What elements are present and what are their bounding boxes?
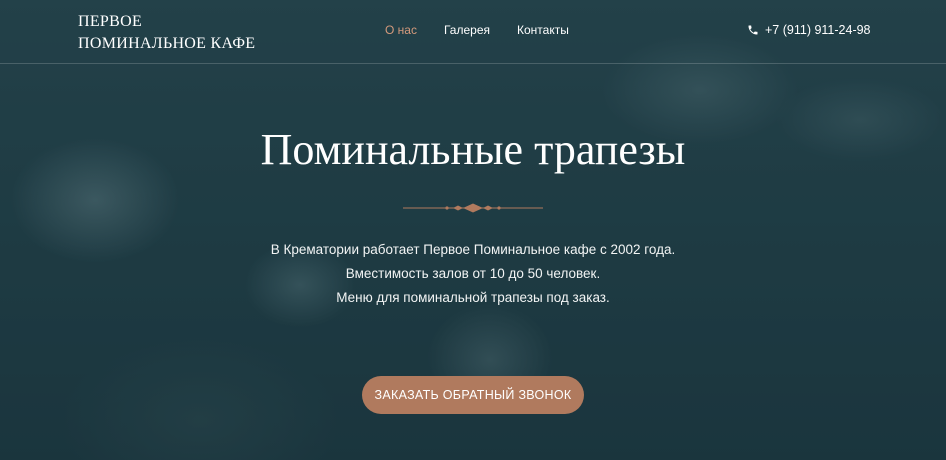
logo-line-1: ПЕРВОЕ xyxy=(78,13,143,30)
site-header: ПЕРВОЕ ПОМИНАЛЬНОЕ КАФЕ О нас Галерея Ко… xyxy=(0,0,946,64)
header-phone[interactable]: +7 (911) 911-24-98 xyxy=(747,23,871,37)
nav-item-about[interactable]: О нас xyxy=(385,23,417,37)
nav-item-gallery[interactable]: Галерея xyxy=(444,23,490,37)
site-logo[interactable]: ПЕРВОЕ ПОМИНАЛЬНОЕ КАФЕ xyxy=(78,11,255,55)
nav-item-contacts[interactable]: Контакты xyxy=(517,23,569,37)
logo-line-2: ПОМИНАЛЬНОЕ КАФЕ xyxy=(78,35,256,52)
main-nav: О нас Галерея Контакты xyxy=(385,23,569,37)
request-callback-button[interactable]: ЗАКАЗАТЬ ОБРАТНЫЙ ЗВОНОК xyxy=(362,376,584,414)
title-ornament-divider xyxy=(403,203,543,213)
phone-number: +7 (911) 911-24-98 xyxy=(765,23,871,37)
hero-description: В Крематории работает Первое Поминальное… xyxy=(0,238,946,310)
hero-description-line: Меню для поминальной трапезы под заказ. xyxy=(336,290,610,305)
hero-title: Поминальные трапезы xyxy=(260,125,686,174)
hero-description-line: В Крематории работает Первое Поминальное… xyxy=(270,242,676,257)
phone-icon xyxy=(748,25,758,35)
hero-description-line: Вместимость залов от 10 до 50 человек. xyxy=(345,266,601,281)
